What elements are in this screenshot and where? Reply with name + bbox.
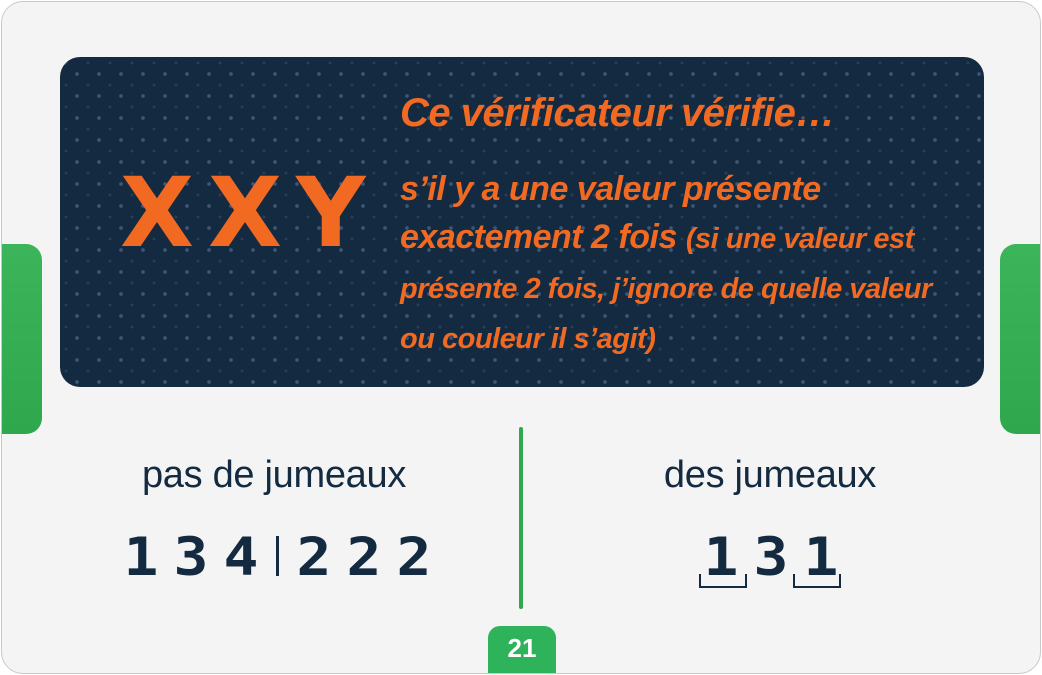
rule-headline: Ce vérificateur vérifie… bbox=[400, 91, 835, 135]
digit: 2 bbox=[296, 526, 332, 588]
page-number-badge: 21 bbox=[488, 626, 556, 673]
verifier-code: XXY bbox=[120, 157, 380, 269]
examples-divider bbox=[519, 427, 523, 609]
digit: 3 bbox=[753, 526, 789, 588]
digit: 2 bbox=[346, 526, 382, 588]
rule-banner: XXY Ce vérificateur vérifie… s’il y a un… bbox=[60, 57, 984, 387]
rule-card: XXY Ce vérificateur vérifie… s’il y a un… bbox=[1, 1, 1041, 674]
twin-bracket bbox=[699, 574, 747, 588]
rule-description: s’il y a une valeur présente exactement … bbox=[400, 165, 970, 363]
digit: 1 bbox=[123, 526, 159, 588]
twins-title: des jumeaux bbox=[663, 454, 877, 496]
digit: 2 bbox=[396, 526, 432, 588]
twin-bracket bbox=[793, 574, 841, 588]
no-twins-example: 1 3 4 2 2 2 bbox=[120, 528, 435, 586]
left-side-tab bbox=[2, 244, 42, 434]
example-separator bbox=[276, 536, 279, 576]
digit: 3 bbox=[173, 526, 209, 588]
no-twins-title: pas de jumeaux bbox=[141, 454, 407, 496]
digit: 4 bbox=[223, 526, 259, 588]
right-side-tab bbox=[1000, 244, 1040, 434]
